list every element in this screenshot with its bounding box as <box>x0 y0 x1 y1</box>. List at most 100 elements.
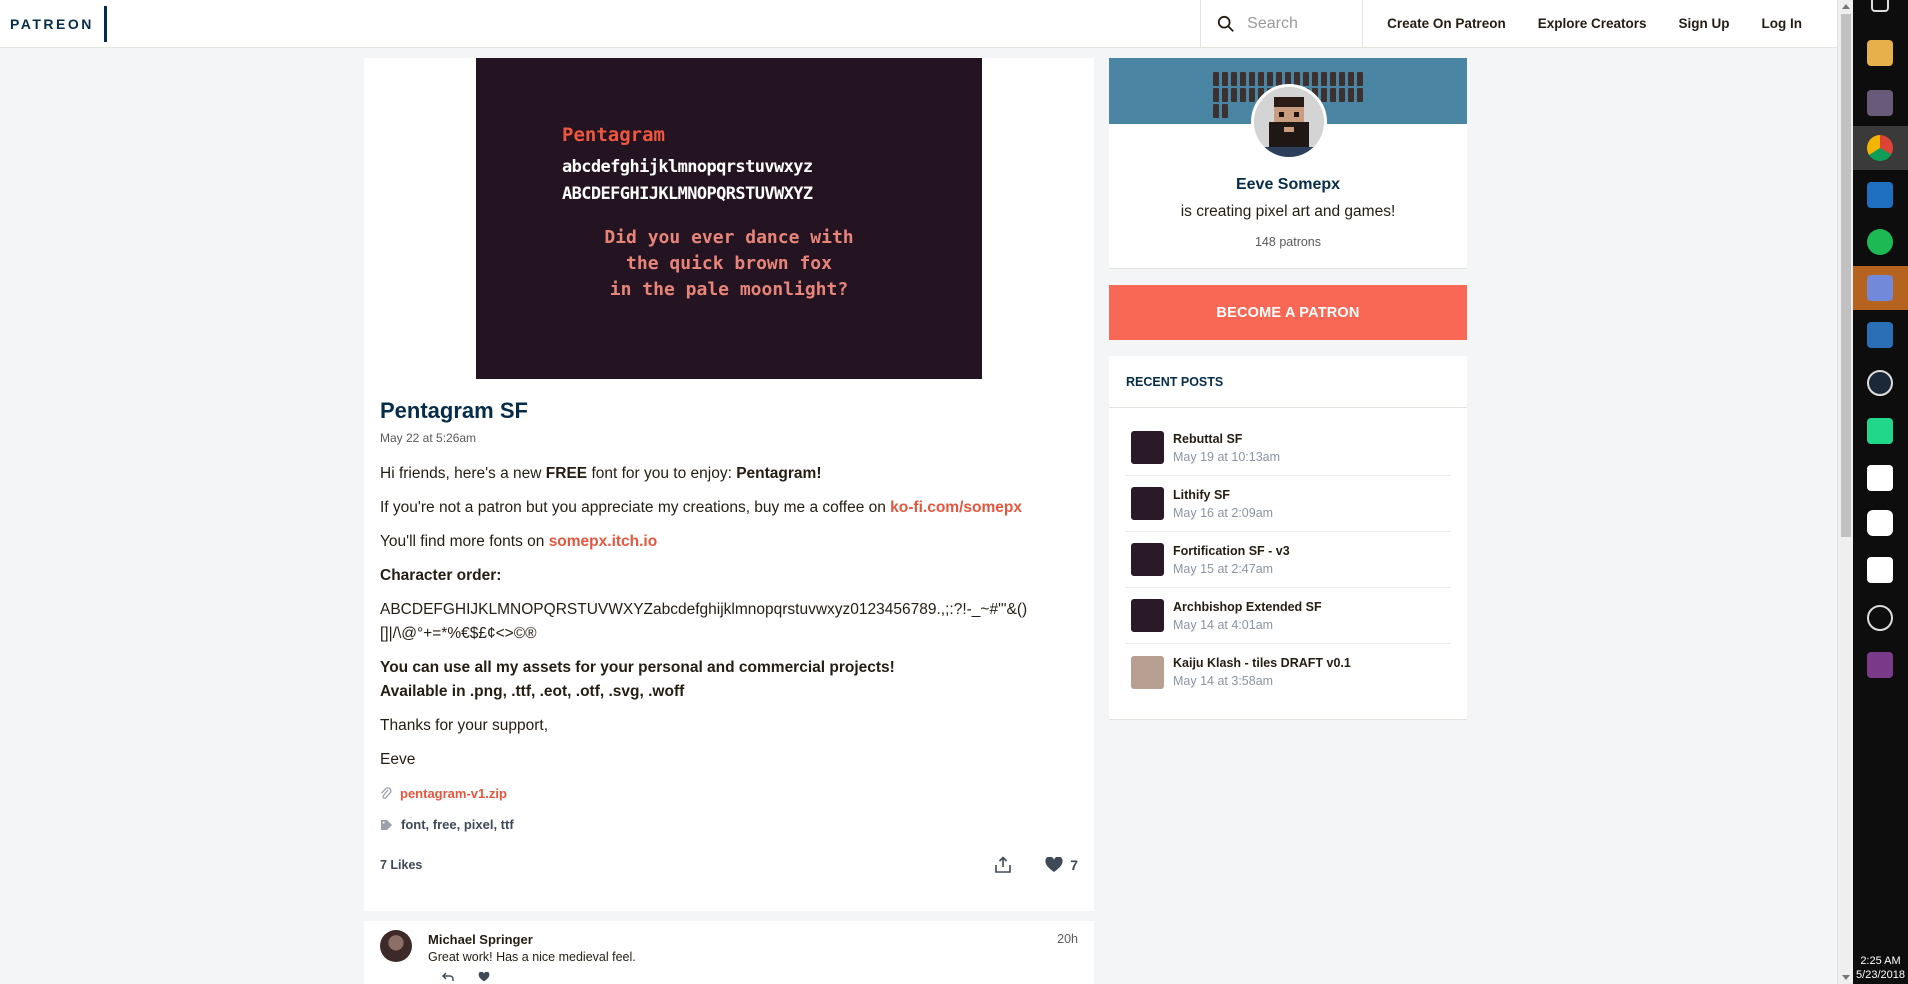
recent-post-date: May 14 at 4:01am <box>1173 617 1274 632</box>
comment-text: Great work! Has a nice medieval feel. <box>428 950 636 964</box>
reply-icon[interactable] <box>442 972 454 982</box>
comment-heart-icon[interactable] <box>478 972 490 982</box>
vscode-icon[interactable] <box>1867 182 1893 208</box>
recent-post-item[interactable]: Kaiju Klash - tiles DRAFT v0.1 May 14 at… <box>1126 644 1450 700</box>
image-uppercase: ABCDEFGHIJKLMNOPQRSTUVWXYZ <box>562 184 813 204</box>
itch-link[interactable]: somepx.itch.io <box>549 533 658 550</box>
recent-post-date: May 15 at 2:47am <box>1173 561 1274 576</box>
comment-actions <box>442 972 490 982</box>
remote-desktop-icon[interactable] <box>1867 322 1893 348</box>
signoff-text: Eeve <box>380 751 416 768</box>
steam-icon[interactable] <box>1867 370 1893 396</box>
taskbar: 2:25 AM 5/23/2018 <box>1853 0 1908 984</box>
clock-date: 5/23/2018 <box>1856 969 1905 981</box>
creator-tagline: is creating pixel art and games! <box>1180 203 1396 220</box>
image-sample-2: the quick brown fox <box>626 253 832 274</box>
like-count: 7 <box>1070 857 1078 873</box>
file-explorer-icon[interactable] <box>1867 40 1893 66</box>
text: You'll find more fonts on <box>380 533 549 550</box>
creator-name[interactable]: Eeve Somepx <box>1109 176 1467 194</box>
text-bold: FREE <box>545 465 588 482</box>
patreon-logo[interactable]: PATREON <box>0 0 107 48</box>
recent-post-thumbnail <box>1131 431 1164 464</box>
notes-icon[interactable] <box>1867 465 1893 491</box>
search-box[interactable] <box>1200 0 1364 48</box>
clock-time: 2:25 AM <box>1860 955 1901 967</box>
commenter-avatar[interactable] <box>380 930 412 962</box>
recent-post-date: May 16 at 2:09am <box>1173 505 1274 520</box>
thanks-text: Thanks for your support, <box>380 717 548 734</box>
sign-up-link[interactable]: Sign Up <box>1679 16 1730 31</box>
tags-text[interactable]: font, free, pixel, ttf <box>401 817 514 832</box>
top-nav: PATREON Create On Patreon Explore Creato… <box>0 0 1837 48</box>
scroll-down-arrow[interactable] <box>1842 975 1850 980</box>
recent-post-title: Fortification SF - v3 <box>1173 543 1290 558</box>
post-date[interactable]: May 22 at 5:26am <box>380 431 1070 445</box>
recent-post-item[interactable]: Fortification SF - v3 May 15 at 2:47am <box>1126 532 1450 588</box>
text: Hi friends, here's a new <box>380 465 546 482</box>
create-on-patreon-link[interactable]: Create On Patreon <box>1387 16 1506 31</box>
post-body: Pentagram SF May 22 at 5:26am Hi friends… <box>380 398 1070 832</box>
recent-post-thumbnail <box>1131 543 1164 576</box>
share-icon <box>995 856 1012 873</box>
usage-text: You can use all my assets for your perso… <box>380 656 1070 704</box>
text-bold: Character order: <box>380 567 502 584</box>
avatar-pixel-portrait <box>1254 87 1324 157</box>
photos-icon[interactable] <box>1867 90 1893 116</box>
pycharm-icon[interactable] <box>1867 418 1893 444</box>
become-patron-button[interactable]: BECOME A PATRON <box>1109 285 1467 340</box>
spotify-icon[interactable] <box>1867 229 1893 255</box>
obs-icon[interactable] <box>1867 605 1893 631</box>
creator-card: Eeve Somepx is creating pixel art and ga… <box>1109 58 1467 269</box>
image-font-name: Pentagram <box>562 124 665 146</box>
post-image[interactable]: Pentagram abcdefghijklmnopqrstuvwxyz ABC… <box>476 58 982 379</box>
recent-post-title: Archbishop Extended SF <box>1173 599 1322 614</box>
image-lowercase: abcdefghijklmnopqrstuvwxyz <box>562 157 813 177</box>
recent-post-item[interactable]: Lithify SF May 16 at 2:09am <box>1126 476 1450 532</box>
post-card: Pentagram abcdefghijklmnopqrstuvwxyz ABC… <box>364 58 1094 984</box>
calculator-icon[interactable] <box>1867 557 1893 583</box>
log-in-link[interactable]: Log In <box>1762 16 1803 31</box>
recent-post-item[interactable]: Rebuttal SF May 19 at 10:13am <box>1126 420 1450 476</box>
recent-posts-list: Rebuttal SF May 19 at 10:13am Lithify SF… <box>1126 420 1450 700</box>
scroll-thumb[interactable] <box>1841 14 1851 537</box>
post-footer: 7 Likes 7 <box>380 855 1078 875</box>
recent-post-date: May 14 at 3:58am <box>1173 674 1274 688</box>
nav-links: Create On Patreon Explore Creators Sign … <box>1363 16 1837 31</box>
recent-post-date: May 19 at 10:13am <box>1173 449 1281 464</box>
commenter-name[interactable]: Michael Springer <box>428 932 533 947</box>
char-order-text: ABCDEFGHIJKLMNOPQRSTUVWXYZabcdefghijklmn… <box>380 598 1070 646</box>
recent-post-item[interactable]: Archbishop Extended SF May 14 at 4:01am <box>1126 588 1450 644</box>
recent-post-thumbnail <box>1131 655 1164 689</box>
like-button[interactable]: 7 <box>1045 857 1078 873</box>
tag-icon <box>381 819 392 830</box>
task-view-icon[interactable] <box>1871 0 1889 12</box>
recent-posts: RECENT POSTS Rebuttal SF May 19 at 10:13… <box>1109 356 1467 720</box>
twitch-icon[interactable] <box>1867 510 1893 536</box>
app-icon[interactable] <box>1867 652 1893 678</box>
search-input[interactable] <box>1247 14 1348 33</box>
post-paragraph-kofi: If you're not a patron but you appreciat… <box>380 496 1070 520</box>
paperclip-icon <box>381 786 392 799</box>
kofi-link[interactable]: ko-fi.com/somepx <box>890 499 1022 516</box>
text-bold: Pentagram! <box>736 465 822 482</box>
logo-bar <box>103 5 107 42</box>
usage-line-2: Available in .png, .ttf, .eot, .otf, .sv… <box>380 683 685 700</box>
chrome-icon[interactable] <box>1867 135 1893 161</box>
creator-avatar[interactable] <box>1251 84 1327 160</box>
tags-row: font, free, pixel, ttf <box>380 817 1070 832</box>
char-order-label: Character order: <box>380 564 1070 588</box>
taskbar-clock[interactable]: 2:25 AM 5/23/2018 <box>1853 954 1908 982</box>
scroll-up-arrow[interactable] <box>1842 4 1850 9</box>
share-button[interactable] <box>993 855 1013 875</box>
image-sample-1: Did you ever dance with <box>604 227 854 248</box>
attachment-link[interactable]: pentagram-v1.zip <box>400 786 507 801</box>
image-sample-3: in the pale moonlight? <box>609 279 849 300</box>
page-scrollbar[interactable] <box>1837 0 1853 984</box>
char-order-line-1: ABCDEFGHIJKLMNOPQRSTUVWXYZabcdefghijklmn… <box>380 601 1028 618</box>
patron-count: 148 patrons <box>1254 235 1322 249</box>
discord-icon[interactable] <box>1867 275 1893 301</box>
likes-count[interactable]: 7 Likes <box>380 858 993 872</box>
text: font for you to enjoy: <box>587 465 737 482</box>
explore-creators-link[interactable]: Explore Creators <box>1538 16 1647 31</box>
